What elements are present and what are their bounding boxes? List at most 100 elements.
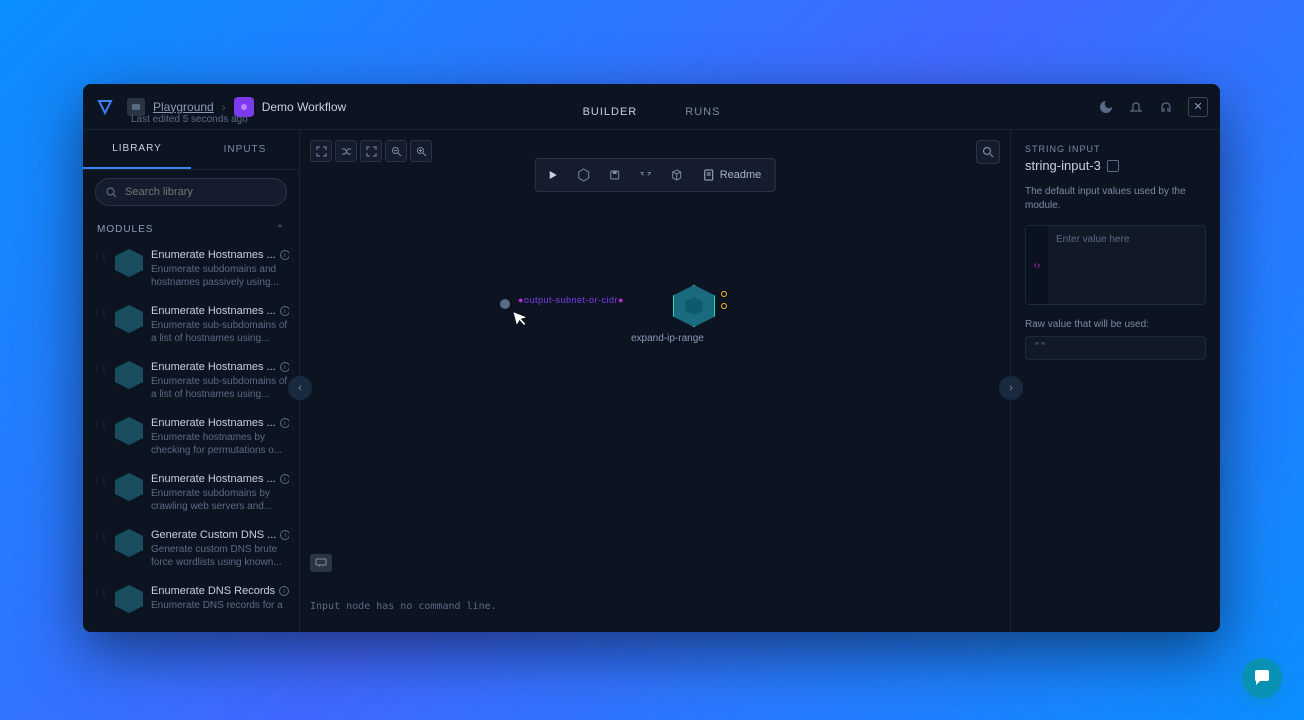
module-icon: [115, 305, 143, 333]
drag-handle-icon[interactable]: ⋮⋮: [93, 473, 107, 486]
output-ports: [721, 291, 727, 309]
headset-icon[interactable]: [1158, 99, 1174, 115]
run-button[interactable]: [539, 162, 567, 188]
module-desc: Enumerate sub-subdomains of a list of ho…: [151, 375, 289, 401]
search-input[interactable]: [125, 186, 276, 198]
cube-button[interactable]: [663, 162, 691, 188]
raw-value-label: Raw value that will be used:: [1025, 319, 1206, 330]
close-button[interactable]: ✕: [1188, 97, 1208, 117]
collapse-panel-button[interactable]: ›: [999, 376, 1023, 400]
value-input-area[interactable]: ‹› Enter value here: [1025, 225, 1206, 305]
view-toolbar: [310, 140, 432, 162]
output-port[interactable]: [721, 303, 727, 309]
module-item[interactable]: ⋮⋮ Enumerate Hostnames ...i Enumerate su…: [83, 465, 299, 521]
shuffle-button[interactable]: [335, 140, 357, 162]
module-icon: [115, 417, 143, 445]
drag-handle-icon[interactable]: ⋮⋮: [93, 361, 107, 374]
input-gutter: ‹›: [1026, 226, 1048, 304]
sidebar-tab-inputs[interactable]: INPUTS: [191, 130, 299, 169]
sidebar: LIBRARY INPUTS MODULES ⌃ ⋮⋮ Enumerate Ho…: [83, 130, 300, 632]
module-item[interactable]: ⋮⋮ Enumerate DNS Records i Enumerate DNS …: [83, 577, 299, 621]
module-title: Enumerate DNS Records: [151, 585, 275, 597]
info-icon[interactable]: i: [280, 418, 289, 428]
module-text: Enumerate Hostnames ...i Enumerate subdo…: [151, 473, 289, 513]
drag-handle-icon[interactable]: ⋮⋮: [93, 305, 107, 318]
module-item[interactable]: ⋮⋮ Enumerate Hostnames ...i Enumerate ho…: [83, 409, 299, 465]
search-box[interactable]: [95, 178, 287, 206]
modules-header[interactable]: MODULES ⌃: [83, 214, 299, 241]
readme-button[interactable]: Readme: [694, 162, 772, 188]
drag-handle-icon[interactable]: ⋮⋮: [93, 417, 107, 430]
module-text: Enumerate Hostnames ...i Enumerate subdo…: [151, 249, 289, 289]
output-port[interactable]: [721, 291, 727, 297]
fullscreen-button[interactable]: [310, 140, 332, 162]
tab-runs[interactable]: RUNS: [661, 98, 744, 134]
module-text: Enumerate Hostnames ...i Enumerate hostn…: [151, 417, 289, 457]
collapse-sidebar-button[interactable]: ‹: [288, 376, 312, 400]
breadcrumb-current: Demo Workflow: [262, 100, 346, 114]
breadcrumb-separator: ›: [222, 100, 226, 114]
sidebar-tab-library[interactable]: LIBRARY: [83, 130, 191, 169]
zoom-in-button[interactable]: [410, 140, 432, 162]
module-icon: [115, 249, 143, 277]
node-hexagon-icon[interactable]: [673, 285, 715, 327]
moon-icon[interactable]: [1098, 99, 1114, 115]
info-icon[interactable]: i: [280, 250, 289, 260]
module-icon: [115, 473, 143, 501]
module-desc: Enumerate DNS records for a: [151, 599, 289, 612]
properties-panel: › STRING INPUT string-input-3 The defaul…: [1010, 130, 1220, 632]
workflow-node[interactable]: ●output-subnet-or-cidr● expand-ip-range: [673, 285, 715, 327]
code-icon: ‹›: [1034, 260, 1041, 271]
module-title: Enumerate Hostnames ...: [151, 361, 276, 373]
info-icon[interactable]: i: [280, 474, 289, 484]
module-desc: Enumerate subdomains and hostnames passi…: [151, 263, 289, 289]
canvas[interactable]: ‹ Readme ●o: [300, 130, 1010, 632]
module-icon: [115, 529, 143, 557]
link-button[interactable]: [632, 162, 660, 188]
module-item[interactable]: ⋮⋮ Enumerate Hostnames ...i Enumerate su…: [83, 241, 299, 297]
save-button[interactable]: [601, 162, 629, 188]
sidebar-tabs: LIBRARY INPUTS: [83, 130, 299, 170]
info-icon[interactable]: i: [280, 306, 289, 316]
main-tabs: BUILDER RUNS: [559, 98, 745, 134]
console-output: Input node has no command line.: [310, 601, 497, 612]
copy-icon[interactable]: [1107, 160, 1119, 172]
module-desc: Enumerate sub-subdomains of a list of ho…: [151, 319, 289, 345]
header: Playground › Demo Workflow Last edited 5…: [83, 84, 1220, 130]
breadcrumb-parent[interactable]: Playground: [153, 100, 214, 114]
tab-builder[interactable]: BUILDER: [559, 98, 662, 134]
drag-handle-icon[interactable]: ⋮⋮: [93, 529, 107, 542]
edge-label: ●output-subnet-or-cidr●: [518, 295, 624, 305]
chat-button[interactable]: [1242, 658, 1282, 698]
drag-handle-icon[interactable]: ⋮⋮: [93, 249, 107, 262]
info-icon[interactable]: i: [280, 362, 289, 372]
app-window: Playground › Demo Workflow Last edited 5…: [83, 84, 1220, 632]
document-icon: [704, 169, 714, 181]
drag-handle-icon[interactable]: ⋮⋮: [93, 585, 107, 598]
module-item[interactable]: ⋮⋮ Enumerate Hostnames ...i Enumerate su…: [83, 297, 299, 353]
notification-icon[interactable]: [1128, 99, 1144, 115]
module-title: Enumerate Hostnames ...: [151, 473, 276, 485]
app-logo[interactable]: [95, 97, 115, 117]
cursor-icon: [511, 306, 532, 329]
info-icon[interactable]: i: [280, 530, 289, 540]
input-title: string-input-3: [1025, 158, 1206, 173]
input-port[interactable]: [498, 297, 512, 311]
hexagon-button[interactable]: [570, 162, 598, 188]
modules-label: MODULES: [97, 224, 153, 235]
fit-button[interactable]: [360, 140, 382, 162]
node-label: expand-ip-range: [631, 333, 704, 344]
body: LIBRARY INPUTS MODULES ⌃ ⋮⋮ Enumerate Ho…: [83, 130, 1220, 632]
value-input[interactable]: Enter value here: [1048, 226, 1205, 304]
module-list: ⋮⋮ Enumerate Hostnames ...i Enumerate su…: [83, 241, 299, 632]
info-icon[interactable]: i: [279, 586, 289, 596]
zoom-out-button[interactable]: [385, 140, 407, 162]
module-title: Generate Custom DNS ...: [151, 529, 276, 541]
comment-button[interactable]: [310, 554, 332, 572]
module-icon: [115, 361, 143, 389]
module-item[interactable]: ⋮⋮ Enumerate Hostnames ... i Enumerate su…: [83, 353, 299, 409]
canvas-search-button[interactable]: [976, 140, 1000, 164]
action-toolbar: Readme: [535, 158, 776, 192]
last-edited-label: Last edited 5 seconds ago: [131, 114, 248, 125]
module-item[interactable]: ⋮⋮ Generate Custom DNS ...i Generate cus…: [83, 521, 299, 577]
